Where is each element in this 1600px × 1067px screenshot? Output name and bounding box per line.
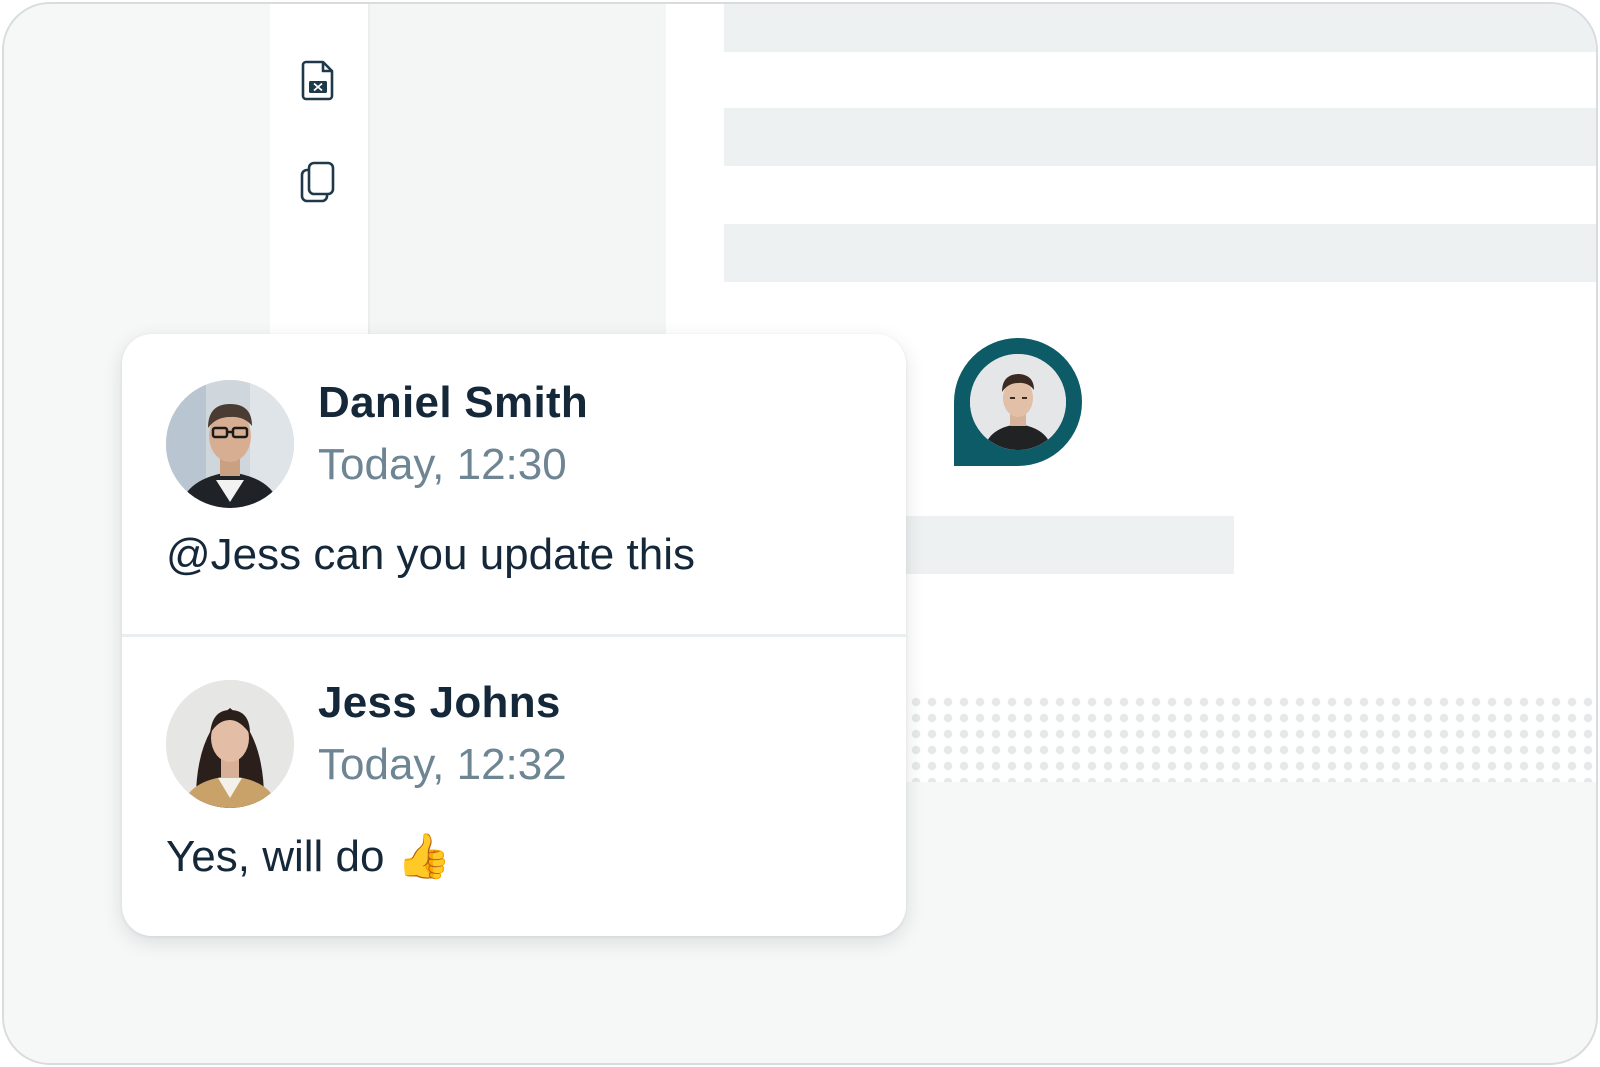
dotted-pattern [904, 690, 1596, 782]
avatar [166, 380, 294, 508]
comment-message: Yes, will do 👍 [166, 832, 452, 881]
placeholder-line [904, 516, 1234, 574]
comment-message: @Jess can you update this [166, 530, 695, 579]
avatar [166, 680, 294, 808]
comment: Jess Johns Today, 12:32 Yes, will do 👍 [122, 636, 906, 936]
comment-author: Jess Johns [318, 678, 561, 727]
comment-timestamp: Today, 12:30 [318, 440, 567, 489]
comment-timestamp: Today, 12:32 [318, 740, 567, 789]
copy-icon[interactable] [298, 160, 338, 204]
middle-panel [370, 4, 666, 338]
comment-thread-card: Daniel Smith Today, 12:30 @Jess can you … [122, 334, 906, 936]
placeholder-line [724, 108, 1596, 166]
placeholder-line [724, 4, 1596, 52]
placeholder-line [724, 224, 1596, 282]
avatar [970, 354, 1066, 450]
file-x-icon[interactable] [298, 58, 338, 102]
comment-author: Daniel Smith [318, 378, 589, 427]
collaborator-pin[interactable] [954, 338, 1082, 466]
comment: Daniel Smith Today, 12:30 @Jess can you … [122, 334, 906, 634]
